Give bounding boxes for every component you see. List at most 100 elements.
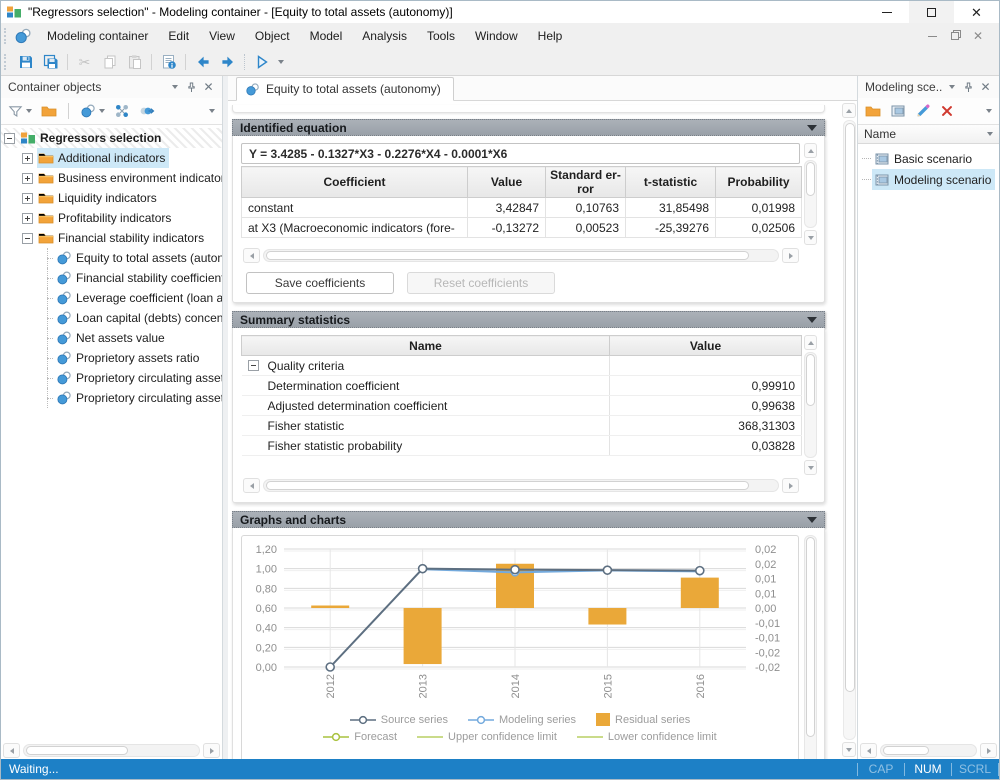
copy-button[interactable]: [97, 51, 122, 74]
summary-vertical-scrollbar[interactable]: [803, 335, 818, 475]
menu-model[interactable]: Model: [300, 23, 353, 49]
forward-button[interactable]: [215, 51, 240, 74]
mdi-close-button[interactable]: ✕: [973, 30, 983, 42]
create-folder-button[interactable]: [39, 100, 59, 122]
scrollbar-thumb[interactable]: [266, 481, 749, 490]
chart-vertical-scrollbar[interactable]: [803, 535, 818, 759]
scrollbar-track[interactable]: [804, 160, 817, 228]
pin-button[interactable]: [960, 79, 977, 95]
expand-box[interactable]: [22, 213, 33, 224]
equation-box[interactable]: Y = 3.4285 - 0.1327*X3 - 0.2276*X4 - 0.0…: [241, 143, 800, 164]
tree-item[interactable]: Liquidity indicators: [1, 188, 222, 208]
table-row[interactable]: Determination coefficient0,99910: [242, 376, 802, 396]
expand-box[interactable]: [22, 153, 33, 164]
close-button[interactable]: ✕: [954, 1, 999, 23]
scrollbar-track[interactable]: [263, 249, 779, 262]
scroll-left-button[interactable]: [860, 743, 877, 758]
scrollbar-track[interactable]: [804, 352, 817, 458]
tree-item[interactable]: Loan capital (debts) concentra: [1, 308, 222, 328]
scrollbar-track[interactable]: [843, 120, 856, 740]
scroll-down-button[interactable]: [804, 230, 817, 245]
toolbar-grip[interactable]: [4, 54, 9, 70]
table-row[interactable]: Fisher statistic368,31303: [242, 416, 802, 436]
save-all-button[interactable]: [38, 51, 63, 74]
create-scenario-button[interactable]: [888, 100, 908, 122]
scrollbar-thumb[interactable]: [26, 746, 128, 755]
panel-close-button[interactable]: ✕: [977, 79, 994, 95]
run-button[interactable]: [249, 51, 274, 74]
menubar-grip[interactable]: [4, 28, 9, 44]
back-button[interactable]: [190, 51, 215, 74]
scrollbar-thumb[interactable]: [266, 251, 749, 260]
table-row[interactable]: at X3 (Macroeconomic indicators (fore--0…: [242, 218, 802, 238]
panel-close-button[interactable]: ✕: [200, 79, 217, 95]
menu-modeling-container[interactable]: Modeling container: [37, 23, 158, 49]
summary-statistics-header[interactable]: Summary statistics: [232, 311, 825, 328]
tree-item[interactable]: Regressors selection: [1, 128, 222, 148]
maximize-button[interactable]: [909, 1, 954, 23]
save-coefficients-button[interactable]: Save coefficients: [246, 272, 394, 294]
expand-box[interactable]: [22, 193, 33, 204]
toolbar-overflow-button[interactable]: [207, 100, 217, 122]
system-menu-icon[interactable]: [13, 27, 33, 45]
graphs-and-charts-header[interactable]: Graphs and charts: [232, 511, 825, 528]
scroll-right-button[interactable]: [980, 743, 997, 758]
tree-item[interactable]: Equity to total assets (autono: [1, 248, 222, 268]
scenario-item[interactable]: Modeling scenario: [858, 169, 999, 190]
minimize-button[interactable]: [864, 1, 909, 23]
menu-view[interactable]: View: [199, 23, 245, 49]
menu-help[interactable]: Help: [528, 23, 573, 49]
tree-item[interactable]: Financial stability indicators: [1, 228, 222, 248]
scrollbar-thumb[interactable]: [806, 162, 815, 196]
tab-equity-to-total-assets[interactable]: Equity to total assets (autonomy): [236, 77, 454, 101]
menu-analysis[interactable]: Analysis: [352, 23, 417, 49]
scroll-down-button[interactable]: [804, 460, 817, 475]
scroll-right-button[interactable]: [782, 248, 799, 263]
mdi-restore-button[interactable]: [951, 32, 959, 40]
toolbar-overflow-button[interactable]: [984, 100, 994, 122]
summary-horizontal-scrollbar[interactable]: [241, 477, 801, 494]
menu-tools[interactable]: Tools: [417, 23, 465, 49]
scrollbar-thumb[interactable]: [883, 746, 929, 755]
collapse-icon[interactable]: [807, 517, 817, 523]
scroll-left-button[interactable]: [243, 478, 260, 493]
identified-equation-header[interactable]: Identified equation: [232, 119, 825, 136]
delete-scenario-button[interactable]: [938, 100, 956, 122]
cut-button[interactable]: ✂: [72, 51, 97, 74]
collapse-box[interactable]: [248, 360, 259, 371]
menu-window[interactable]: Window: [465, 23, 528, 49]
tree-horizontal-scrollbar[interactable]: [1, 742, 222, 759]
tree-item[interactable]: Leverage coefficient (loan ass: [1, 288, 222, 308]
scenarios-column-header[interactable]: Name: [858, 125, 999, 144]
tree-item[interactable]: Proprietory circulating assets: [1, 368, 222, 388]
process-button[interactable]: [137, 100, 157, 122]
scrollbar-thumb[interactable]: [845, 123, 855, 692]
workspace-vertical-scrollbar[interactable]: [841, 101, 857, 759]
panel-menu-button[interactable]: [166, 79, 183, 95]
scroll-down-button[interactable]: [842, 742, 856, 757]
create-model-button[interactable]: [78, 100, 107, 122]
paste-button[interactable]: [122, 51, 147, 74]
expand-box[interactable]: [22, 173, 33, 184]
tree-item[interactable]: Proprietory assets ratio: [1, 348, 222, 368]
scrollbar-thumb[interactable]: [806, 354, 815, 406]
group-row[interactable]: Quality criteria: [242, 356, 802, 376]
run-dropdown[interactable]: [274, 51, 288, 74]
equation-horizontal-scrollbar[interactable]: [241, 247, 801, 264]
scrollbar-track[interactable]: [880, 744, 977, 757]
menu-object[interactable]: Object: [245, 23, 300, 49]
scrollbar-track[interactable]: [263, 479, 779, 492]
scroll-right-button[interactable]: [203, 743, 220, 758]
tree-item[interactable]: Financial stability coefficient: [1, 268, 222, 288]
tree-item[interactable]: Additional indicators: [1, 148, 222, 168]
tree-item[interactable]: Business environment indicators: [1, 168, 222, 188]
scrollbar-track[interactable]: [804, 535, 817, 759]
collapse-box[interactable]: [4, 133, 15, 144]
scroll-left-button[interactable]: [243, 248, 260, 263]
scroll-up-button[interactable]: [842, 103, 856, 118]
scenario-folder-button[interactable]: [863, 100, 883, 122]
pin-button[interactable]: [183, 79, 200, 95]
scroll-right-button[interactable]: [782, 478, 799, 493]
table-row[interactable]: Adjusted determination coefficient0,9963…: [242, 396, 802, 416]
save-button[interactable]: [13, 51, 38, 74]
